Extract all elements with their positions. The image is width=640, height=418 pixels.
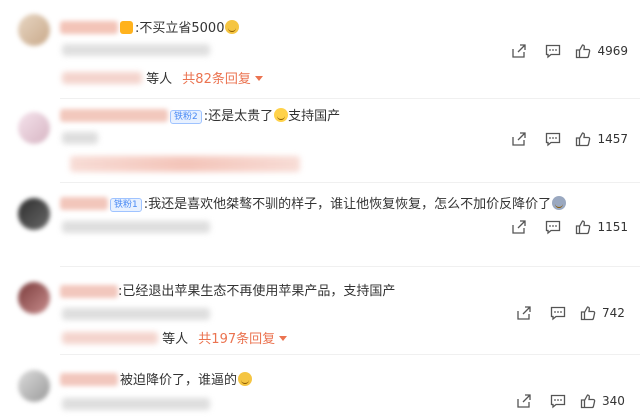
divider bbox=[60, 266, 640, 267]
like-icon[interactable] bbox=[580, 305, 596, 321]
comment-item: :已经退出苹果生态不再使用苹果产品，支持国产 742 等人 共197条回复 bbox=[0, 268, 640, 354]
view-replies-link[interactable]: 共82条回复 bbox=[182, 72, 251, 87]
avatar[interactable] bbox=[18, 112, 50, 144]
comment-body-suffix: 支持国产 bbox=[288, 109, 341, 124]
like-count: 742 bbox=[602, 306, 625, 320]
username-blurred[interactable] bbox=[60, 373, 118, 386]
username-blurred[interactable] bbox=[60, 21, 118, 34]
comment-text: :不买立省5000 bbox=[118, 20, 240, 37]
crown-icon bbox=[120, 21, 133, 34]
comment-body: 被迫降价了，谁逼的 bbox=[120, 373, 238, 388]
username-blurred[interactable] bbox=[60, 197, 108, 210]
like-icon[interactable] bbox=[575, 131, 591, 147]
comment-actions: 1151 bbox=[511, 218, 628, 236]
reply-prefix: 等人 bbox=[146, 72, 173, 87]
avatar[interactable] bbox=[18, 370, 50, 402]
comment-actions: 1457 bbox=[511, 130, 628, 148]
emoji-icon bbox=[225, 20, 240, 34]
avatar[interactable] bbox=[18, 198, 50, 230]
comment-body: :不买立省5000 bbox=[135, 21, 225, 36]
username-blurred[interactable] bbox=[60, 109, 168, 122]
comment-icon[interactable] bbox=[550, 393, 566, 409]
comment-icon[interactable] bbox=[550, 305, 566, 321]
reply-prefix: 等人 bbox=[162, 332, 189, 347]
chevron-down-icon bbox=[279, 336, 288, 341]
comment-icon[interactable] bbox=[545, 219, 561, 235]
chevron-down-icon bbox=[254, 76, 263, 81]
like-icon[interactable] bbox=[575, 219, 591, 235]
reply-summary-blurred[interactable] bbox=[70, 156, 300, 172]
avatar[interactable] bbox=[18, 282, 50, 314]
comment-actions: 742 bbox=[516, 304, 628, 322]
comment-item: 铁粉1:我还是喜欢他桀骜不驯的样子，谁让他恢复恢复，怎么不加价反降价了 1151 bbox=[0, 184, 640, 266]
comment-body: :已经退出苹果生态不再使用苹果产品，支持国产 bbox=[118, 284, 396, 299]
fan-badge: 铁粉2 bbox=[170, 110, 202, 124]
comment-text: :已经退出苹果生态不再使用苹果产品，支持国产 bbox=[118, 284, 395, 300]
share-icon[interactable] bbox=[516, 305, 532, 321]
comment-item: :不买立省5000 4969 等人 共82条回复 bbox=[0, 0, 640, 100]
comment-icon[interactable] bbox=[545, 131, 561, 147]
comment-text: 铁粉1:我还是喜欢他桀骜不驯的样子，谁让他恢复恢复，怎么不加价反降价了 bbox=[108, 196, 567, 213]
divider bbox=[60, 98, 640, 99]
view-replies-link[interactable]: 共197条回复 bbox=[198, 332, 275, 347]
avatar[interactable] bbox=[18, 14, 50, 46]
comment-actions: 340 bbox=[516, 392, 628, 410]
like-count: 340 bbox=[602, 394, 625, 408]
comment-body: :还是太贵了 bbox=[203, 109, 274, 124]
divider bbox=[60, 182, 640, 183]
comment-text: 铁粉2:还是太贵了 支持国产 bbox=[168, 108, 340, 125]
reply-summary[interactable]: 等人 共197条回复 bbox=[62, 330, 288, 350]
username-blurred[interactable] bbox=[60, 285, 118, 298]
like-icon[interactable] bbox=[575, 43, 591, 59]
like-icon[interactable] bbox=[580, 393, 596, 409]
emoji-icon bbox=[238, 372, 253, 386]
share-icon[interactable] bbox=[511, 219, 527, 235]
like-count: 1457 bbox=[597, 132, 628, 146]
like-count: 1151 bbox=[597, 220, 628, 234]
meta-blurred bbox=[62, 398, 210, 410]
emoji-icon bbox=[274, 108, 289, 122]
meta-blurred bbox=[62, 132, 98, 144]
fan-badge: 铁粉1 bbox=[110, 198, 142, 212]
divider bbox=[60, 354, 640, 355]
comment-text: 被迫降价了，谁逼的 bbox=[120, 372, 253, 389]
comment-actions: 4969 bbox=[511, 42, 628, 60]
like-count: 4969 bbox=[597, 44, 628, 58]
share-icon[interactable] bbox=[511, 43, 527, 59]
share-icon[interactable] bbox=[516, 393, 532, 409]
meta-blurred bbox=[62, 308, 210, 320]
reply-summary[interactable]: 等人 共82条回复 bbox=[62, 70, 263, 90]
emoji-icon bbox=[552, 196, 567, 210]
comment-item: 铁粉2:还是太贵了 支持国产 1457 bbox=[0, 100, 640, 182]
comment-icon[interactable] bbox=[545, 43, 561, 59]
meta-blurred bbox=[62, 44, 210, 56]
meta-blurred bbox=[62, 221, 210, 233]
comment-body: :我还是喜欢他桀骜不驯的样子，谁让他恢复恢复，怎么不加价反降价了 bbox=[143, 197, 552, 212]
comment-item: 被迫降价了，谁逼的 340 bbox=[0, 356, 640, 418]
share-icon[interactable] bbox=[511, 131, 527, 147]
